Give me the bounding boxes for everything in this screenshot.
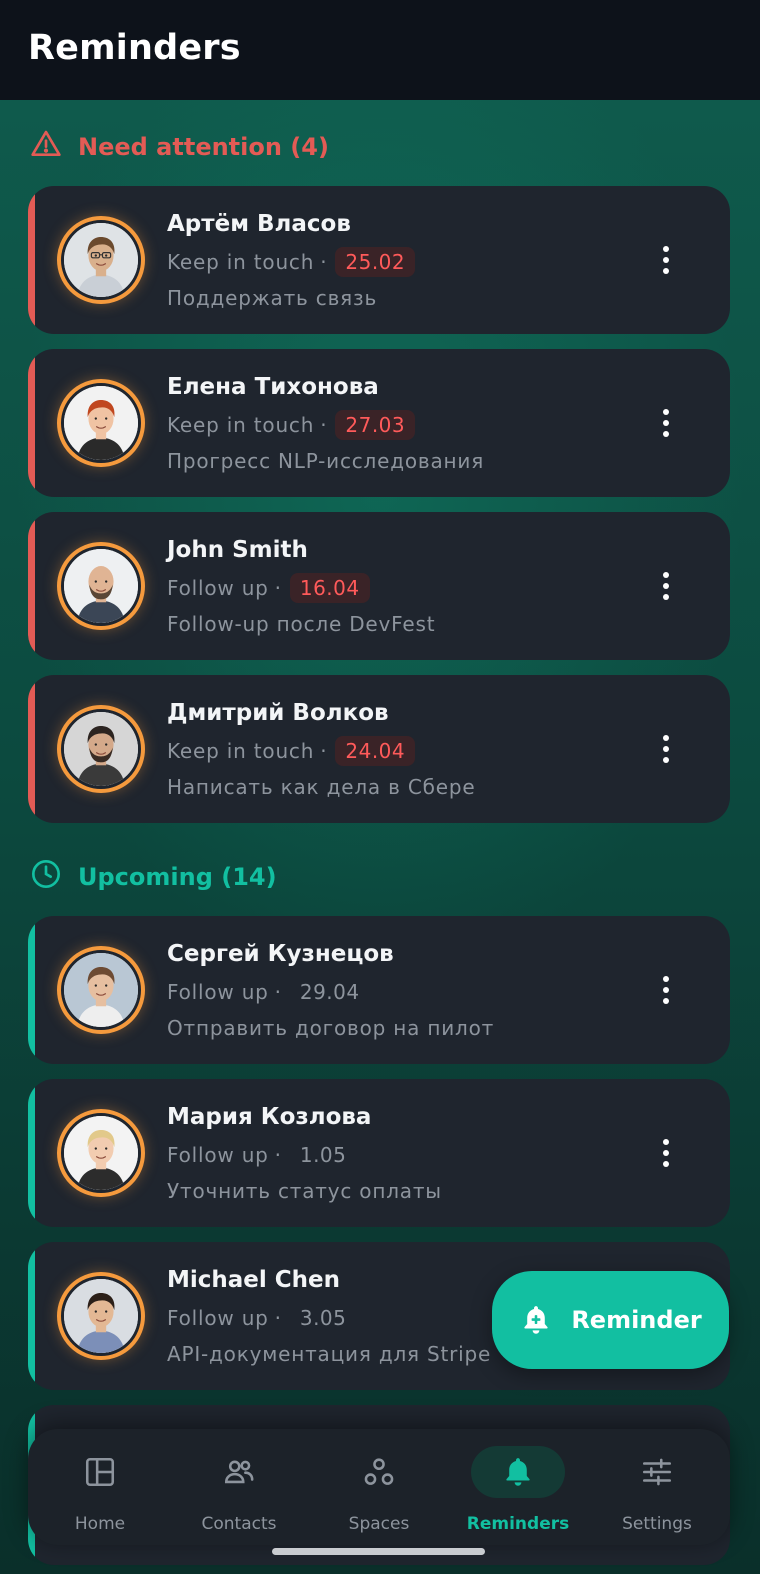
card-accent-bar xyxy=(28,349,35,497)
separator-dot: · xyxy=(320,413,328,437)
section-title-attention: Need attention (4) xyxy=(78,133,329,161)
nav-item-settings[interactable]: Settings xyxy=(587,1429,727,1545)
nav-label-home: Home xyxy=(74,1514,126,1534)
contact-name: Мария Козлова xyxy=(167,1104,372,1130)
reminder-card[interactable]: Мария Козлова Follow up · 1.05 Уточнить стат… xyxy=(28,1079,730,1227)
avatar xyxy=(57,379,145,467)
add-reminder-label: Reminder xyxy=(571,1306,702,1334)
separator-dot: · xyxy=(320,250,328,274)
section-title-upcoming: Upcoming (14) xyxy=(78,863,277,891)
card-accent-bar xyxy=(28,916,35,1064)
nav-item-reminders[interactable]: Reminders xyxy=(448,1429,588,1545)
bell-plus-icon xyxy=(519,1303,553,1337)
avatar xyxy=(57,946,145,1034)
reminder-type: Follow up xyxy=(167,980,269,1004)
more-options-icon[interactable] xyxy=(646,240,686,280)
avatar xyxy=(57,705,145,793)
more-options-icon[interactable] xyxy=(646,729,686,769)
overdue-date-badge: 24.04 xyxy=(335,736,416,766)
section-header-upcoming: Upcoming (14) xyxy=(30,857,277,897)
app-bar: Reminders xyxy=(0,0,760,100)
separator-dot: · xyxy=(274,980,282,1004)
reminder-type: Follow up xyxy=(167,1143,269,1167)
reminder-note: Отправить договор на пилот xyxy=(167,1016,495,1040)
reminder-meta: Keep in touch · 25.02 xyxy=(167,246,416,278)
reminder-meta: Keep in touch · 27.03 xyxy=(167,409,416,441)
separator-dot: · xyxy=(274,1306,282,1330)
people-icon xyxy=(192,1446,286,1498)
separator-dot: · xyxy=(274,576,282,600)
reminder-meta: Follow up · 3.05 xyxy=(167,1302,356,1334)
contact-name: Дмитрий Волков xyxy=(167,700,389,726)
avatar xyxy=(57,1272,145,1360)
reminder-meta: Follow up · 29.04 xyxy=(167,976,370,1008)
reminder-note: Прогресс NLP-исследования xyxy=(167,449,485,473)
nav-label-contacts: Contacts xyxy=(201,1514,277,1534)
reminder-type: Keep in touch xyxy=(167,739,315,763)
avatar xyxy=(57,1109,145,1197)
nav-item-contacts[interactable]: Contacts xyxy=(169,1429,309,1545)
card-accent-bar xyxy=(28,1242,35,1390)
overdue-date-badge: 25.02 xyxy=(335,247,416,277)
reminder-meta: Follow up · 1.05 xyxy=(167,1139,356,1171)
avatar xyxy=(57,542,145,630)
contact-name: Артём Власов xyxy=(167,211,351,237)
overdue-date-badge: 16.04 xyxy=(289,573,370,603)
add-reminder-button[interactable]: Reminder xyxy=(492,1271,729,1369)
reminder-note: Поддержать связь xyxy=(167,286,378,310)
contact-name: John Smith xyxy=(167,537,308,563)
avatar xyxy=(57,216,145,304)
more-options-icon[interactable] xyxy=(646,403,686,443)
reminder-note: Уточнить статус оплаты xyxy=(167,1179,442,1203)
due-date: 29.04 xyxy=(299,980,360,1004)
warning-triangle-icon xyxy=(30,128,62,166)
contact-name: Елена Тихонова xyxy=(167,374,379,400)
reminder-card[interactable]: John Smith Follow up · 16.04 Follow-up после… xyxy=(28,512,730,660)
reminder-note: Follow-up после DevFest xyxy=(167,612,436,636)
nav-item-home[interactable]: Home xyxy=(30,1429,170,1545)
nav-item-spaces[interactable]: Spaces xyxy=(309,1429,449,1545)
more-options-icon[interactable] xyxy=(646,566,686,606)
overdue-date-badge: 27.03 xyxy=(335,410,416,440)
page-title: Reminders xyxy=(28,28,241,68)
separator-dot: · xyxy=(320,739,328,763)
spaces-icon xyxy=(332,1446,426,1498)
sliders-icon xyxy=(610,1446,704,1498)
due-date: 1.05 xyxy=(299,1143,347,1167)
card-accent-bar xyxy=(28,675,35,823)
reminder-card[interactable]: Сергей Кузнецов Follow up · 29.04 Отправить … xyxy=(28,916,730,1064)
clock-icon xyxy=(30,858,62,896)
dashboard-icon xyxy=(53,1446,147,1498)
reminder-meta: Keep in touch · 24.04 xyxy=(167,735,416,767)
nav-label-reminders: Reminders xyxy=(466,1514,570,1534)
bottom-navigation: Home Contacts Spaces Reminders Settings xyxy=(28,1429,730,1545)
contact-name: Michael Chen xyxy=(167,1267,341,1293)
bell-icon xyxy=(471,1446,565,1498)
reminder-note: Написать как дела в Сбере xyxy=(167,775,476,799)
reminder-card[interactable]: Елена Тихонова Keep in touch · 27.03 Прогрес… xyxy=(28,349,730,497)
nav-label-settings: Settings xyxy=(622,1514,692,1534)
nav-label-spaces: Spaces xyxy=(348,1514,410,1534)
section-header-attention: Need attention (4) xyxy=(30,127,329,167)
contact-name: Сергей Кузнецов xyxy=(167,941,394,967)
reminder-type: Follow up xyxy=(167,1306,269,1330)
separator-dot: · xyxy=(274,1143,282,1167)
reminder-note: API-документация для Stripe xyxy=(167,1342,492,1366)
reminder-type: Follow up xyxy=(167,576,269,600)
more-options-icon[interactable] xyxy=(646,970,686,1010)
reminder-card[interactable]: Дмитрий Волков Keep in touch · 24.04 Написат… xyxy=(28,675,730,823)
home-indicator xyxy=(272,1548,485,1555)
card-accent-bar xyxy=(28,186,35,334)
reminder-type: Keep in touch xyxy=(167,413,315,437)
card-accent-bar xyxy=(28,512,35,660)
reminder-card[interactable]: Артём Власов Keep in touch · 25.02 Поддержат… xyxy=(28,186,730,334)
due-date: 3.05 xyxy=(299,1306,347,1330)
card-accent-bar xyxy=(28,1079,35,1227)
reminder-type: Keep in touch xyxy=(167,250,315,274)
reminder-meta: Follow up · 16.04 xyxy=(167,572,370,604)
more-options-icon[interactable] xyxy=(646,1133,686,1173)
